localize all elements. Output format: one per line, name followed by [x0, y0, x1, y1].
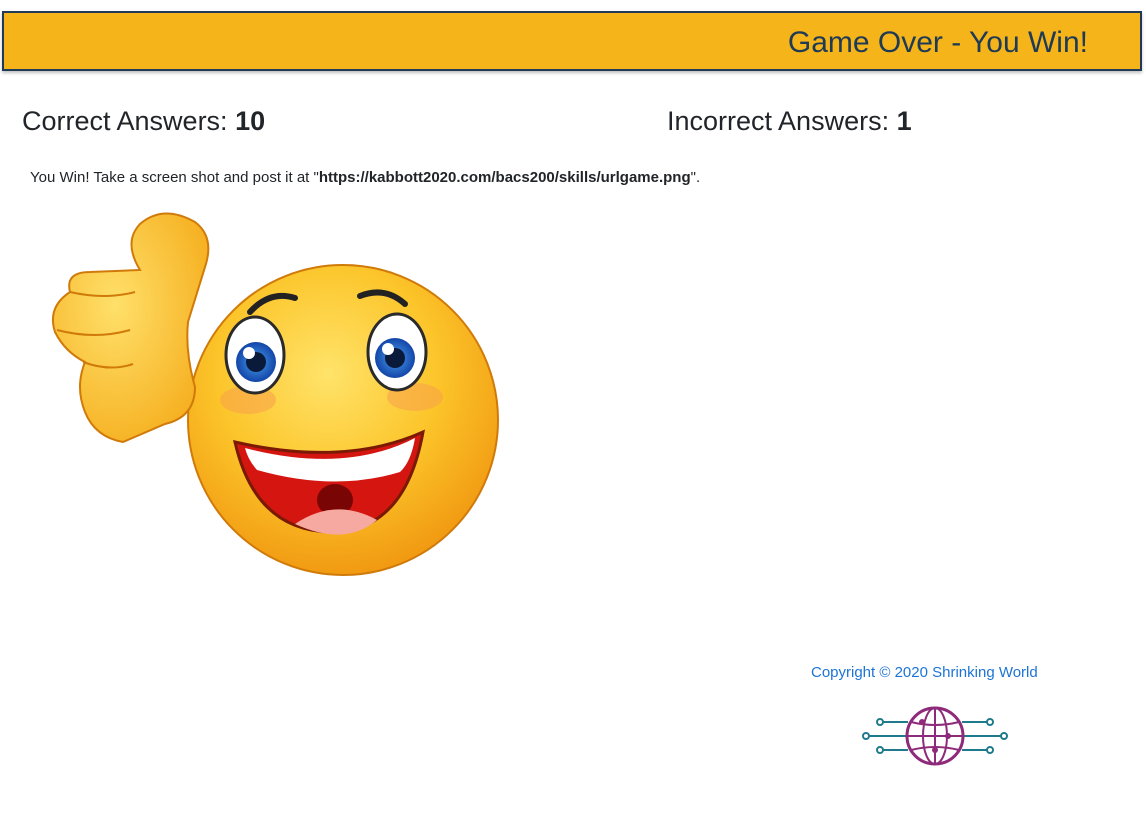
correct-answers: Correct Answers: 10 — [22, 106, 265, 137]
win-message-prefix: You Win! Take a screen shot and post it … — [30, 169, 319, 186]
correct-answers-value: 10 — [235, 106, 266, 136]
globe-circuit-logo-icon — [862, 706, 1008, 766]
page-title: Game Over - You Win! — [787, 26, 1088, 59]
header-bar: Game Over - You Win! — [2, 11, 1142, 71]
win-message-suffix: ". — [690, 169, 701, 186]
screenshot-url: https://kabbott2020.com/bacs200/skills/u… — [318, 169, 691, 186]
win-message: You Win! Take a screen shot and post it … — [30, 169, 700, 186]
correct-answers-label: Correct Answers: — [22, 106, 236, 136]
incorrect-answers: Incorrect Answers: 1 — [667, 106, 912, 137]
thumbs-up-smiley-icon — [51, 212, 499, 576]
copyright-link[interactable]: Copyright © 2020 Shrinking World — [811, 664, 1038, 681]
incorrect-answers-label: Incorrect Answers: — [667, 106, 897, 136]
incorrect-answers-value: 1 — [896, 106, 912, 136]
